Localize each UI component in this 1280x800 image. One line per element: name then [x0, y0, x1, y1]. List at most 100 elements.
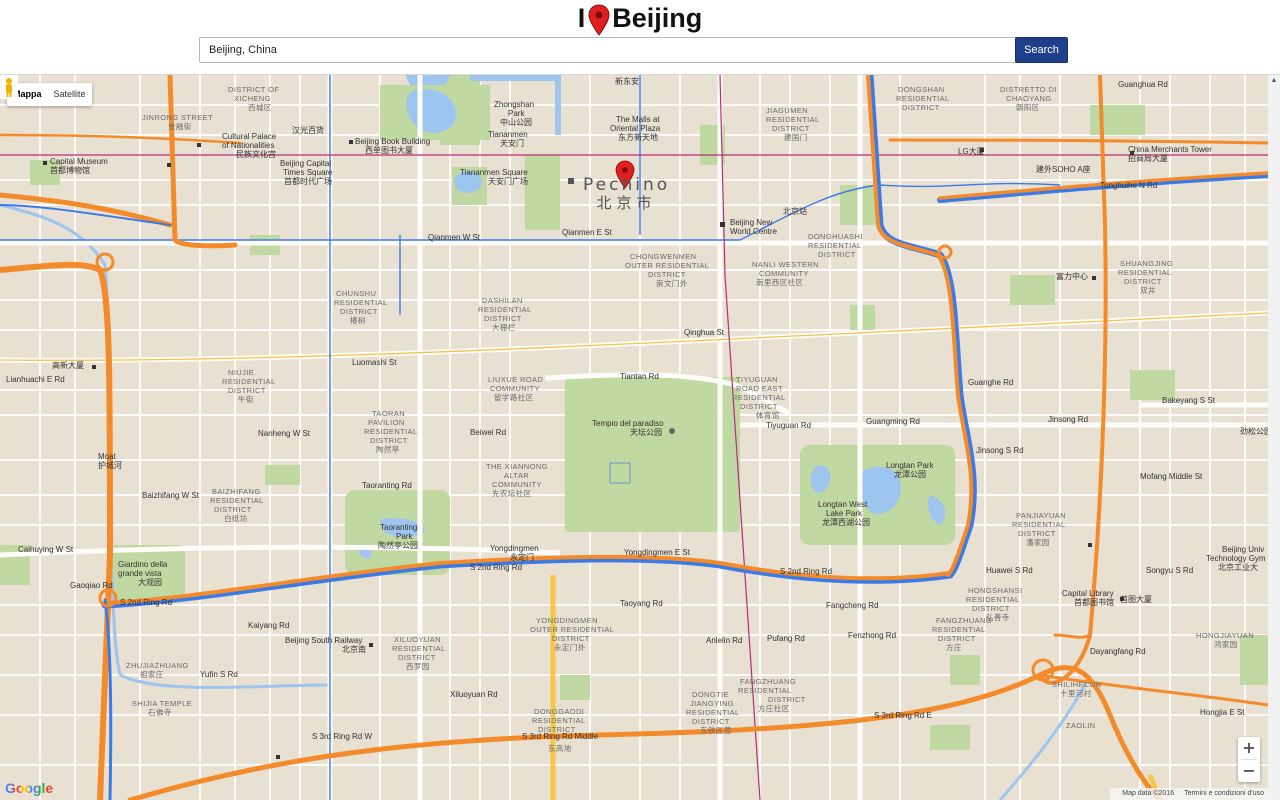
poi-label: Longtan West — [818, 500, 868, 509]
district-label: DISTRICT — [692, 717, 730, 726]
road-label: Tiyuguan Rd — [766, 421, 812, 430]
title-prefix: I — [577, 2, 586, 33]
district-label: RESIDENTIAL — [966, 595, 1020, 604]
district-label: JIAGUMEN — [766, 106, 808, 115]
district-label: 祖家庄 — [140, 670, 164, 679]
road-label: Mofang Middle St — [1140, 472, 1203, 481]
terms-link[interactable]: Termini e condizioni d'uso — [1184, 790, 1264, 797]
district-label: SHIJIA TEMPLE — [132, 699, 193, 708]
poi-label: 永定门 — [510, 553, 534, 562]
search-button[interactable]: Search — [1015, 37, 1068, 63]
map-data-text: Map data ©2016 — [1122, 790, 1175, 797]
district-label: DISTRICT OF — [228, 85, 280, 94]
poi-label: Lake Park — [826, 509, 863, 518]
scrollbar[interactable] — [1268, 75, 1280, 800]
district-label: DONGSHAN — [898, 85, 945, 94]
zoom-in-button[interactable]: + — [1238, 737, 1260, 759]
district-label: 方庄 — [946, 643, 962, 652]
district-label: 留学路社区 — [494, 393, 534, 402]
city-label: Pechino 北京市 — [583, 176, 670, 212]
district-label: 朝阳区 — [1016, 103, 1040, 112]
road-label: Fenzhong Rd — [848, 631, 897, 640]
road-label: Tonghuihe N Rd — [1100, 181, 1158, 190]
road-label: Songyu S Rd — [1146, 566, 1194, 575]
district-label: BAIZHIFANG — [212, 487, 261, 496]
google-logo-text: Google — [5, 780, 54, 796]
poi-label: Oriental Plaza — [610, 124, 661, 133]
district-label: RESIDENTIAL — [334, 298, 388, 307]
poi-label: 北京工业大 — [1218, 563, 1258, 572]
road-label: Guanghe Rd — [968, 378, 1014, 387]
poi-label: 首图大厦 — [1120, 595, 1152, 604]
poi-label: 东方新天地 — [618, 133, 658, 142]
district-label: 崇文门外 — [656, 279, 688, 288]
map-footer: Map data ©2016 Termini e condizioni d'us… — [1110, 788, 1268, 800]
poi-label: Capital Library — [1062, 589, 1114, 598]
road-label: Tiantan Rd — [620, 372, 659, 381]
road-label: Xiluoyuan Rd — [450, 690, 498, 699]
district-label: DISTRICT — [972, 604, 1010, 613]
district-label: TAORAN — [372, 409, 406, 418]
district-label: RESIDENTIAL — [1118, 268, 1172, 277]
district-label: FANGZHUANG — [936, 616, 993, 625]
poi-label: Beijing Book Building — [355, 137, 431, 146]
map-type-satellite-button[interactable]: Satellite — [48, 83, 92, 106]
district-label: 椿树 — [350, 316, 366, 325]
district-label: RESIDENTIAL — [732, 393, 786, 402]
map-pin-icon — [588, 4, 610, 36]
district-label: DISTRICT — [818, 250, 856, 259]
map-canvas[interactable]: Pechino 北京市 Capital Museum 首都博物馆 JINRONG… — [0, 75, 1280, 800]
district-label: PANJIAYUAN — [1016, 511, 1066, 520]
poi-label: Tiananmen Square — [460, 168, 528, 177]
road-label: Fangcheng Rd — [826, 601, 879, 610]
district-label: TIYUGUAN — [736, 375, 778, 384]
district-label: COMMUNITY — [490, 384, 540, 393]
google-logo[interactable]: Google — [5, 780, 53, 796]
district-label: 石佛寺 — [148, 708, 172, 717]
road-label: Guangming Rd — [866, 417, 920, 426]
poi-label: 陶然亭公园 — [378, 541, 418, 550]
poi-label: Yongdingmen — [490, 544, 539, 553]
poi-label: Moat — [98, 452, 116, 461]
district-label: ALTAR — [504, 471, 530, 480]
road-label: Caihuying W St — [18, 545, 74, 554]
poi-label: Beijing South Railway — [285, 636, 363, 645]
district-label: RESIDENTIAL — [222, 377, 276, 386]
poi-label: 中山公园 — [500, 118, 532, 127]
district-label: SHILIHECUN — [1052, 680, 1102, 689]
zoom-out-button[interactable]: − — [1238, 760, 1260, 782]
road-label: Qianmen E St — [562, 228, 612, 237]
district-label: RESIDENTIAL — [808, 241, 862, 250]
district-label: 体育馆 — [756, 411, 780, 420]
poi-label: Tempio del paradiso — [592, 419, 664, 428]
district-label: 建国门 — [784, 133, 808, 142]
road-label: Lianhuachi E Rd — [6, 375, 65, 384]
app-title: I Beijing — [0, 2, 1280, 36]
district-label: DISTRICT — [740, 402, 778, 411]
poi-label: Longtan Park — [886, 461, 934, 470]
poi-label: Beijing Univ — [1222, 545, 1265, 554]
district-label: RESIDENTIAL — [1012, 520, 1066, 529]
district-label: DISTRICT — [228, 386, 266, 395]
poi-label: Technology Gym — [1206, 554, 1266, 563]
district-label: PAVILION — [368, 418, 405, 427]
poi-label: 高新大厦 — [52, 361, 84, 370]
road-label: Qinghua St — [684, 328, 725, 337]
district-label: CHONGWENMEN — [630, 252, 697, 261]
road-label: Jinsong S Rd — [976, 446, 1024, 455]
poi-label: of Nationalities — [222, 141, 275, 150]
road-label: Qianmen W St — [428, 233, 481, 242]
district-label: 双井 — [1140, 286, 1156, 295]
road-label: Beiwei Rd — [470, 428, 507, 437]
district-label: DISTRICT — [214, 505, 252, 514]
scroll-up-arrow-icon[interactable]: ▲ — [1268, 75, 1280, 87]
district-label: RESIDENTIAL — [532, 716, 586, 725]
road-label: Baizhifang W St — [142, 491, 199, 500]
district-label: NIUJIE — [228, 368, 255, 377]
search-input[interactable] — [199, 37, 1020, 63]
city-name: Pechino — [583, 175, 671, 195]
district-label: RESIDENTIAL — [686, 708, 740, 717]
district-label: DISTRICT — [398, 653, 436, 662]
road-label: Dayangfang Rd — [1090, 647, 1146, 656]
street-view-pegman-icon[interactable] — [0, 75, 18, 99]
